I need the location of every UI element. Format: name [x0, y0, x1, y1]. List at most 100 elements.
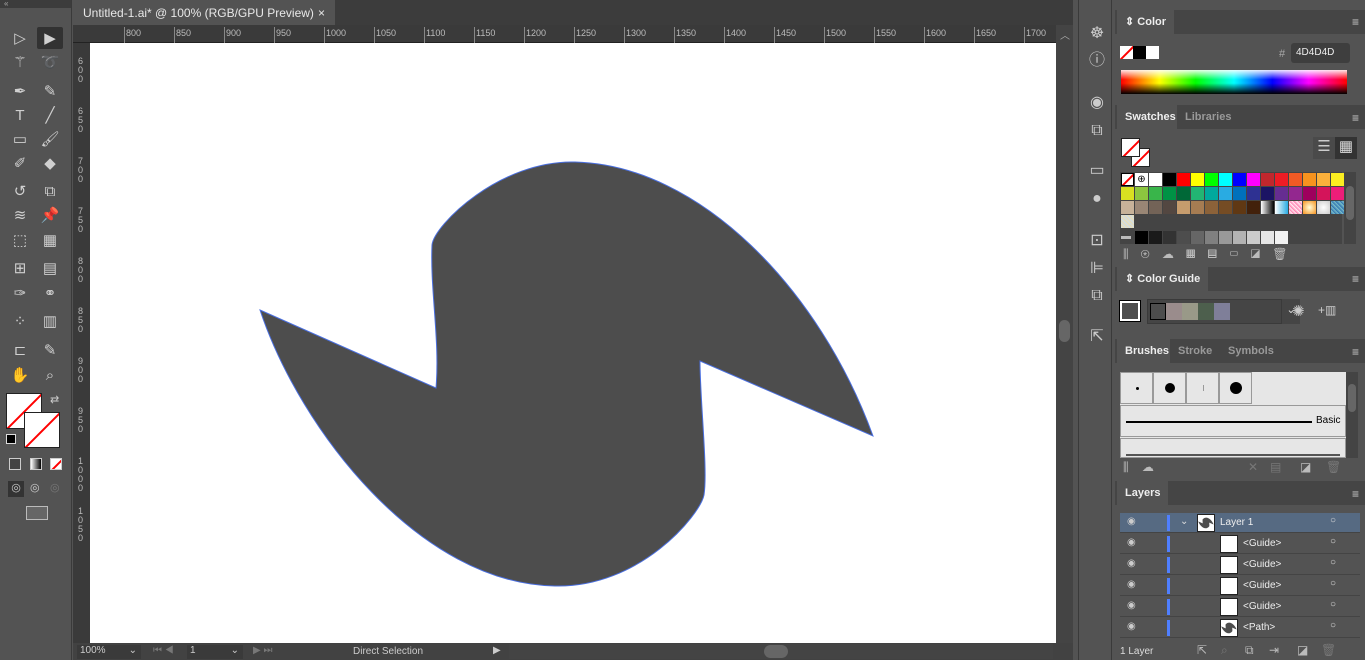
brush-large-dot[interactable]	[1219, 372, 1252, 404]
sublayer-row[interactable]: ◉ <Guide> ○	[1120, 534, 1360, 554]
zoom-tool[interactable]: ⌕	[37, 364, 63, 386]
swatch[interactable]	[1247, 201, 1260, 214]
brushes-scrollbar[interactable]	[1346, 372, 1358, 458]
swatch-options-icon[interactable]: ▦	[1186, 247, 1208, 261]
swatch[interactable]	[1317, 187, 1330, 200]
brush-basic[interactable]: Basic	[1120, 405, 1346, 437]
sublayer-row[interactable]: ◉ <Guide> ○	[1120, 576, 1360, 596]
new-swatch-icon[interactable]: ◪	[1251, 247, 1273, 261]
curvature-tool[interactable]: ✎	[37, 80, 63, 102]
layer-name[interactable]: <Guide>	[1243, 580, 1281, 591]
color-mode-button[interactable]	[9, 458, 21, 470]
swatch[interactable]	[1219, 173, 1232, 186]
tab-swatches[interactable]: Swatches	[1117, 105, 1184, 129]
vertical-scroll-thumb[interactable]	[1059, 320, 1070, 342]
sublayer-row[interactable]: ◉ <Guide> ○	[1120, 597, 1360, 617]
magic-wand-tool[interactable]: ⚚	[7, 51, 33, 73]
new-layer-icon[interactable]: ◪	[1297, 643, 1308, 657]
pathfinder-icon[interactable]: ⧉	[1087, 286, 1107, 306]
swatch[interactable]	[1205, 187, 1218, 200]
visibility-eye-icon[interactable]: ◉	[1127, 558, 1136, 569]
swatch[interactable]	[1163, 187, 1176, 200]
pen-tool[interactable]: ✒	[7, 80, 33, 102]
color-guide-swatch[interactable]	[1182, 303, 1198, 320]
swatch[interactable]	[1149, 173, 1162, 186]
swatch[interactable]	[1191, 173, 1204, 186]
gradient-panel-icon[interactable]: ▭	[1087, 161, 1107, 181]
save-color-group-icon[interactable]: +▥	[1318, 303, 1336, 317]
status-menu-arrow[interactable]: ▶	[493, 645, 501, 656]
swatch[interactable]	[1261, 187, 1274, 200]
grid-view-button[interactable]: ▦	[1335, 137, 1357, 159]
brush-thin-line[interactable]	[1186, 372, 1219, 404]
sublayer-row[interactable]: ◉ <Path> ○	[1120, 618, 1360, 638]
swatch-fill-indicator[interactable]	[1121, 138, 1140, 157]
puppet-warp-tool[interactable]: 📌	[37, 204, 63, 226]
libraries-panel-icon[interactable]: ☁	[1142, 460, 1154, 474]
swatch[interactable]	[1233, 231, 1246, 244]
transparency-icon[interactable]: ●	[1087, 189, 1107, 209]
add-to-library-icon[interactable]: ☁	[1162, 247, 1186, 261]
swatch[interactable]	[1177, 187, 1190, 200]
swatch[interactable]	[1177, 173, 1190, 186]
swatch[interactable]	[1219, 231, 1232, 244]
tab-symbols[interactable]: Symbols	[1220, 339, 1282, 363]
swatch[interactable]	[1247, 187, 1260, 200]
current-tool-status[interactable]: Direct Selection	[353, 646, 423, 657]
document-tab[interactable]: Untitled-1.ai* @ 100% (RGB/GPU Preview) …	[73, 0, 335, 25]
swatch[interactable]	[1219, 187, 1232, 200]
swatch[interactable]	[1191, 187, 1204, 200]
symbol-sprayer-tool[interactable]: ⁘	[7, 310, 33, 332]
gradient-mode-button[interactable]	[30, 458, 42, 470]
default-fill-stroke-icon[interactable]	[6, 434, 16, 444]
tab-layers[interactable]: Layers	[1117, 481, 1169, 505]
draw-normal-icon[interactable]: ◎	[8, 481, 24, 497]
list-view-button[interactable]: ☰	[1313, 137, 1335, 159]
stroke-swatch[interactable]	[24, 412, 60, 448]
zoom-select[interactable]: 100% ⌄	[77, 645, 141, 659]
brush-small-dot[interactable]	[1120, 372, 1153, 404]
draw-behind-icon[interactable]: ◎	[30, 481, 40, 494]
eraser-tool[interactable]: ◆	[37, 152, 63, 174]
swatch[interactable]	[1149, 201, 1162, 214]
selected-path-shape[interactable]	[259, 161, 874, 587]
column-graph-tool[interactable]: ▥	[37, 310, 63, 332]
width-tool[interactable]: ≋	[7, 204, 33, 226]
panel-menu-icon[interactable]: ≡	[1352, 15, 1359, 29]
swatch[interactable]	[1247, 231, 1260, 244]
color-none-swatch[interactable]	[1120, 46, 1133, 59]
delete-brush-icon[interactable]: 🗑	[1326, 460, 1341, 474]
draw-inside-icon[interactable]: ◎	[50, 481, 60, 494]
visibility-eye-icon[interactable]: ◉	[1127, 621, 1136, 632]
close-tab-icon[interactable]: ×	[318, 6, 325, 20]
swatch[interactable]	[1275, 173, 1288, 186]
target-circle-icon[interactable]: ○	[1330, 557, 1336, 568]
rectangle-tool[interactable]: ▭	[7, 128, 33, 150]
lasso-tool[interactable]: ➰	[37, 51, 63, 73]
horizontal-ruler[interactable]: 800 850 900 950 1000 1050 1100 1150 1200 1250 1300…	[73, 25, 1056, 43]
target-circle-icon[interactable]: ○	[1330, 620, 1336, 631]
swatch[interactable]	[1121, 215, 1134, 228]
layer-name[interactable]: <Guide>	[1243, 601, 1281, 612]
swatch[interactable]	[1233, 201, 1246, 214]
direct-selection-tool[interactable]: ▷	[7, 27, 33, 49]
visibility-eye-icon[interactable]: ◉	[1127, 579, 1136, 590]
swatch[interactable]	[1177, 231, 1190, 244]
layer-name[interactable]: <Path>	[1243, 622, 1275, 633]
collapse-toolbar-button[interactable]: «	[0, 0, 71, 8]
mesh-tool[interactable]: ⊞	[7, 257, 33, 279]
target-circle-icon[interactable]: ○	[1330, 536, 1336, 547]
swatch[interactable]	[1289, 187, 1302, 200]
swatch[interactable]	[1149, 231, 1162, 244]
shaper-tool[interactable]: ✐	[7, 152, 33, 174]
swatch[interactable]	[1303, 173, 1316, 186]
layer-row[interactable]: ◉ ⌄ Layer 1 ○	[1120, 513, 1360, 533]
swatch[interactable]	[1261, 201, 1274, 214]
delete-swatch-icon[interactable]: 🗑	[1272, 247, 1299, 261]
horizontal-scroll-thumb[interactable]	[764, 645, 788, 658]
panel-menu-icon[interactable]: ≡	[1352, 272, 1359, 286]
swatch[interactable]	[1205, 231, 1218, 244]
swatch[interactable]	[1191, 231, 1204, 244]
swatch[interactable]	[1177, 201, 1190, 214]
swatch[interactable]	[1331, 201, 1344, 214]
